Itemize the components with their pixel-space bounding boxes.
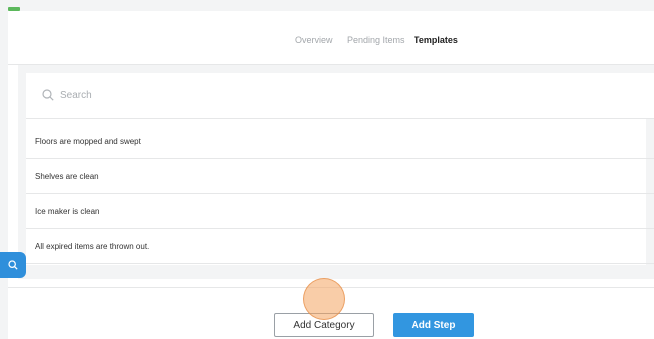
main-panel: Overview Pending Items Templates Search … <box>8 11 654 339</box>
list-item-label: Floors are mopped and swept <box>35 136 141 146</box>
list-item-label: All expired items are thrown out. <box>35 241 150 251</box>
template-list-container: Search Floors are mopped and swept Shelv… <box>18 65 654 279</box>
top-strip <box>0 0 654 11</box>
tab-bar: Overview Pending Items Templates <box>8 25 654 68</box>
list-item[interactable]: Ice maker is clean <box>26 194 654 229</box>
template-items: Floors are mopped and swept Shelves are … <box>26 124 654 264</box>
list-footer <box>26 265 654 279</box>
list-item-label: Ice maker is clean <box>35 206 100 216</box>
list-item-label: Shelves are clean <box>35 171 99 181</box>
add-step-button[interactable]: Add Step <box>393 313 474 337</box>
tab-overview[interactable]: Overview <box>295 35 333 45</box>
search-bar[interactable]: Search <box>26 73 654 119</box>
list-item[interactable]: Floors are mopped and swept <box>26 124 654 159</box>
tab-templates[interactable]: Templates <box>414 35 458 45</box>
add-category-button[interactable]: Add Category <box>274 313 374 337</box>
list-item[interactable]: All expired items are thrown out. <box>26 229 654 264</box>
action-bar: Add Category Add Step <box>8 287 654 339</box>
search-icon <box>42 89 54 101</box>
floating-search-button[interactable] <box>0 252 26 278</box>
search-input[interactable]: Search <box>60 90 92 101</box>
tab-pending-items[interactable]: Pending Items <box>347 35 405 45</box>
search-icon <box>8 260 18 270</box>
list-item[interactable]: Shelves are clean <box>26 159 654 194</box>
